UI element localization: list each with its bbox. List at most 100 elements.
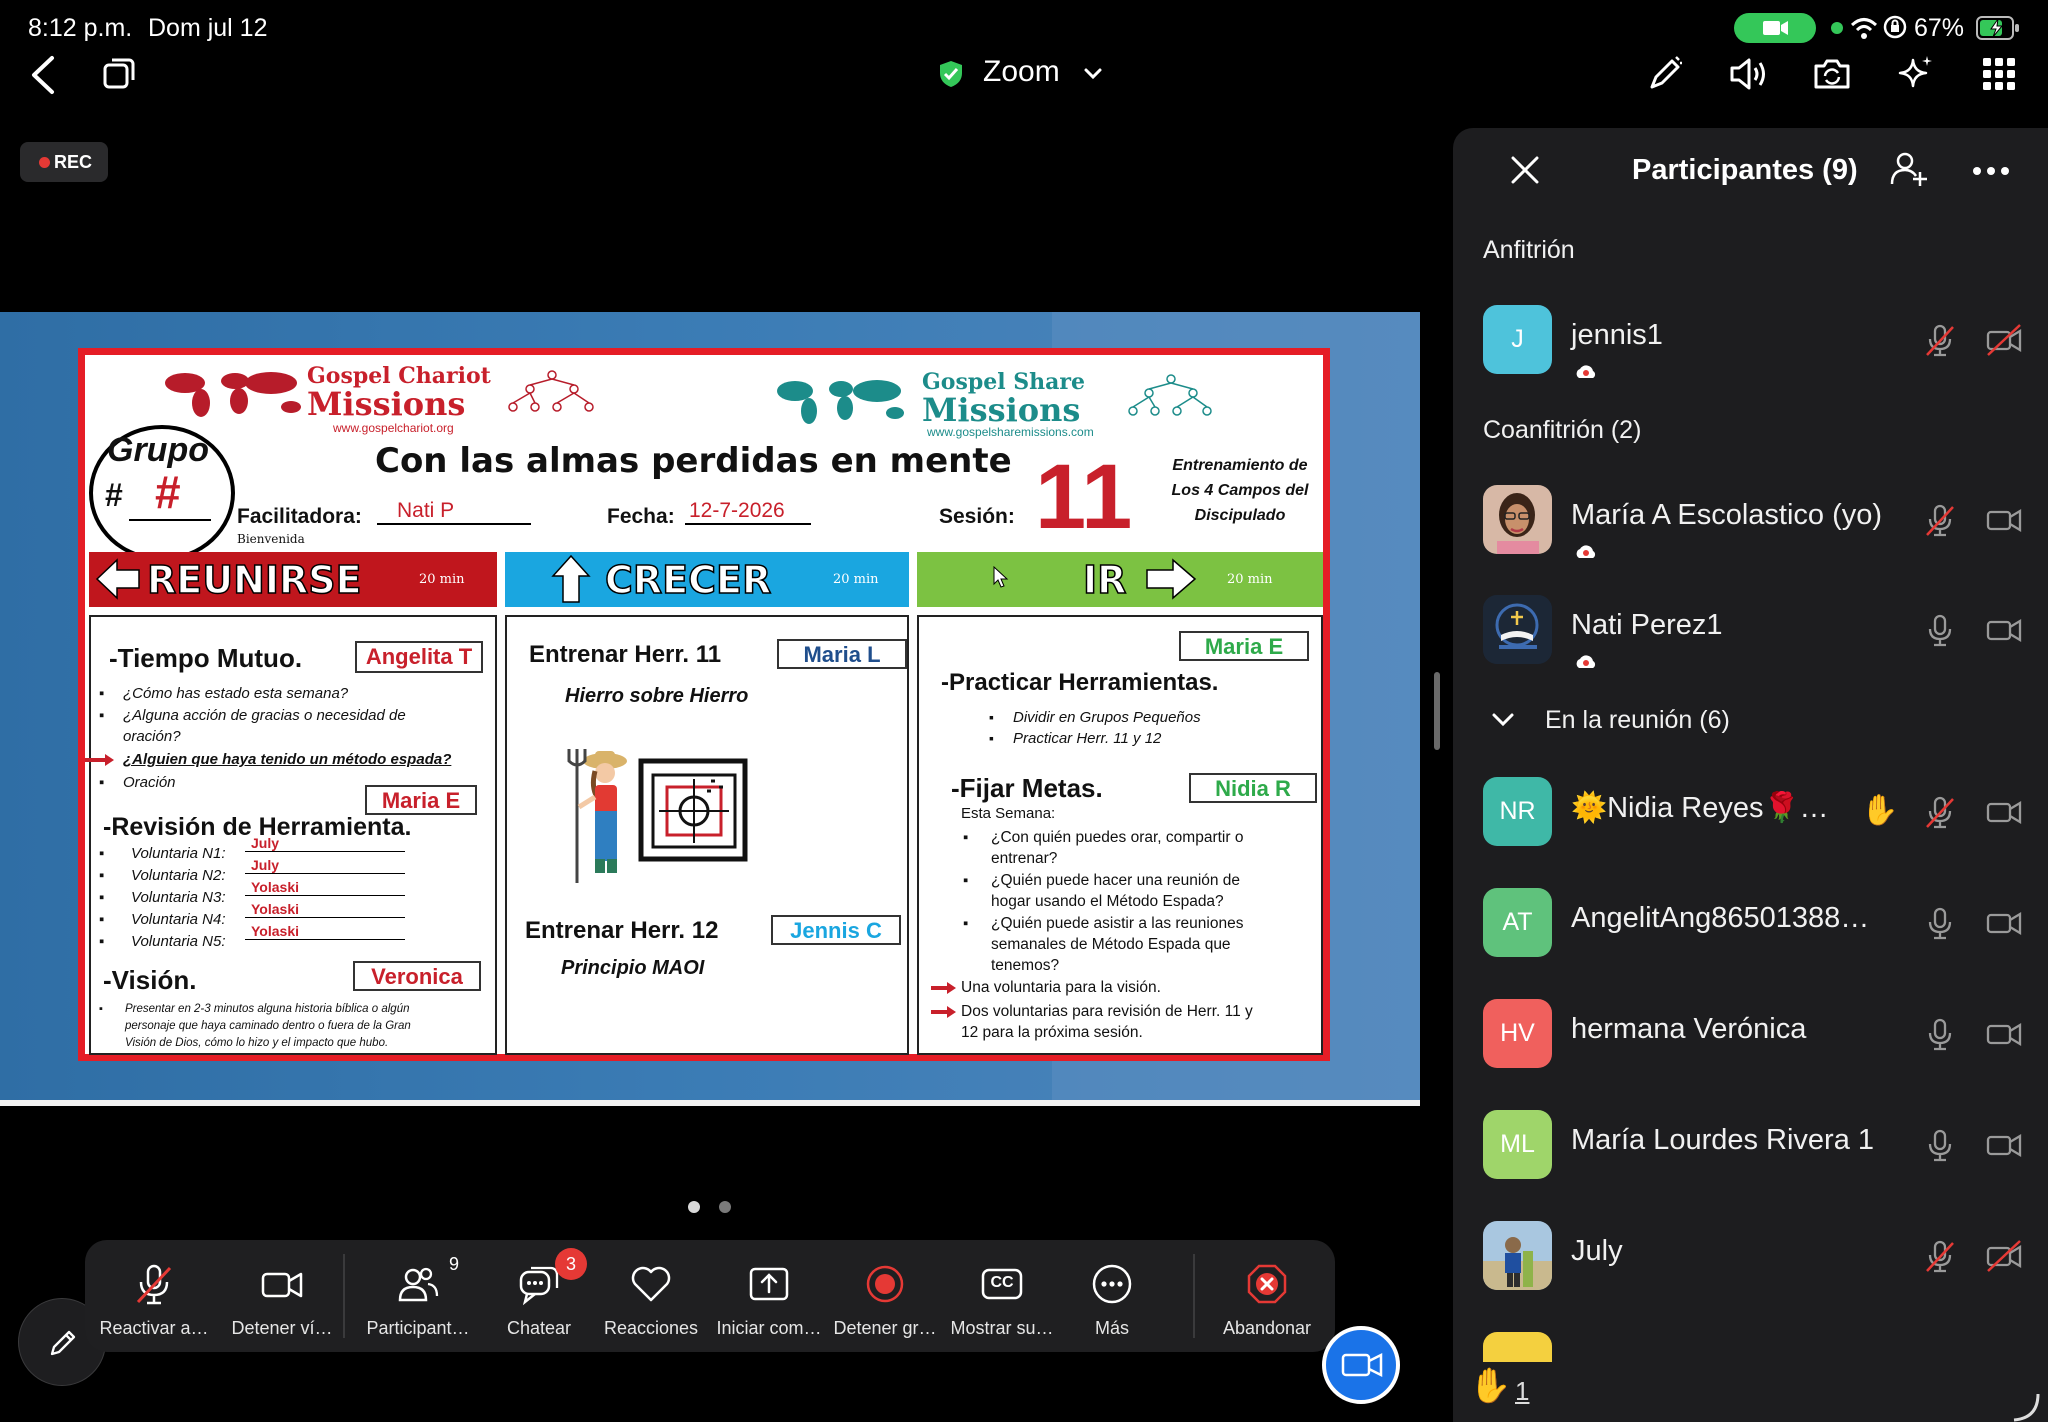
main-title: Con las almas perdidas en mente bbox=[375, 441, 1012, 481]
chat-icon bbox=[517, 1262, 561, 1306]
orientation-lock-icon bbox=[1883, 15, 1907, 39]
bullet-practicar: Practicar Herr. 11 y 12 bbox=[1013, 730, 1162, 747]
video-icon[interactable] bbox=[1985, 1128, 2023, 1162]
window-switch-icon[interactable] bbox=[102, 56, 136, 90]
rec-dot-icon bbox=[39, 157, 50, 168]
name-box-veronica: Veronica bbox=[353, 961, 481, 991]
apps-grid-icon[interactable] bbox=[1983, 58, 2015, 90]
panel-footer: ✋ 1 bbox=[1453, 1362, 2048, 1422]
annotate-icon[interactable] bbox=[1646, 55, 1684, 93]
world-map-red-icon bbox=[163, 365, 308, 420]
result-1: Una voluntaria para la visión. bbox=[961, 979, 1161, 996]
page-dot-active[interactable] bbox=[688, 1201, 700, 1213]
mic-muted-icon[interactable] bbox=[1923, 323, 1957, 357]
chariot-url: www.gospelchariot.org bbox=[333, 421, 454, 435]
practicar-heading: -Practicar Herramientas. bbox=[941, 669, 1219, 696]
resize-corner-icon[interactable] bbox=[2010, 1392, 2040, 1422]
avatar-photo bbox=[1483, 1221, 1552, 1290]
avatar-partial bbox=[1483, 1332, 1552, 1362]
participant-row[interactable]: María A Escolastico (yo) bbox=[1453, 485, 2048, 585]
mic-icon[interactable] bbox=[1923, 906, 1957, 940]
question-2a: ¿Quién puede hacer una reunión de bbox=[991, 872, 1241, 889]
participant-row[interactable]: HV hermana Verónica bbox=[1453, 999, 2048, 1099]
more-icon[interactable] bbox=[1972, 166, 2010, 176]
collapse-chevron-icon[interactable] bbox=[1491, 712, 1515, 728]
captions-button[interactable]: CC Mostrar su… bbox=[943, 1240, 1061, 1352]
stop-recording-button[interactable]: Detener gr… bbox=[827, 1240, 943, 1352]
chevron-down-icon[interactable] bbox=[1083, 64, 1103, 84]
mic-icon[interactable] bbox=[1923, 1017, 1957, 1051]
app-title[interactable]: Zoom bbox=[983, 55, 1060, 89]
bienvenida-label: Bienvenida bbox=[237, 532, 305, 546]
mic-muted-icon[interactable] bbox=[1923, 503, 1957, 537]
mic-muted-icon[interactable] bbox=[1923, 1239, 1957, 1273]
arrow-up-icon bbox=[551, 554, 591, 604]
unmute-button[interactable]: Reactivar a… bbox=[85, 1240, 223, 1352]
raised-hands-count[interactable]: 1 bbox=[1515, 1376, 1529, 1407]
participant-row[interactable]: AT AngelitAng86501388… bbox=[1453, 888, 2048, 988]
leave-button[interactable]: Abandonar bbox=[1199, 1240, 1335, 1352]
mic-icon[interactable] bbox=[1923, 1128, 1957, 1162]
participant-name: María Lourdes Rivera 1 bbox=[1571, 1124, 1875, 1156]
split-view-handle[interactable] bbox=[1434, 672, 1440, 750]
switch-camera-icon[interactable] bbox=[1812, 56, 1852, 92]
voluntaria-n2-name: July bbox=[245, 857, 405, 874]
unmute-label: Reactivar a… bbox=[99, 1318, 209, 1338]
chat-label: Chatear bbox=[506, 1318, 572, 1338]
stop-video-label: Detener ví… bbox=[231, 1318, 333, 1338]
chat-button[interactable]: 3 Chatear bbox=[487, 1240, 591, 1352]
sparkle-ai-icon[interactable] bbox=[1896, 54, 1934, 92]
page-dot[interactable] bbox=[719, 1201, 731, 1213]
video-icon[interactable] bbox=[1985, 1017, 2023, 1051]
result-2b: 12 para la próxima sesión. bbox=[961, 1024, 1143, 1041]
participants-button[interactable]: 9 Participant… bbox=[349, 1240, 487, 1352]
add-user-icon[interactable] bbox=[1890, 150, 1928, 188]
result-2a: Dos voluntarias para revisión de Herr. 1… bbox=[961, 1003, 1253, 1020]
participant-row[interactable]: ML María Lourdes Rivera 1 bbox=[1453, 1110, 2048, 1210]
video-icon[interactable] bbox=[1985, 613, 2023, 647]
name-box-jennis-c: Jennis C bbox=[771, 915, 901, 945]
back-chevron-icon[interactable] bbox=[28, 54, 58, 96]
question-2b: hogar usando el Método Espada? bbox=[991, 893, 1224, 910]
close-icon[interactable] bbox=[1509, 154, 1541, 186]
video-icon[interactable] bbox=[1985, 503, 2023, 537]
participant-row[interactable]: NR 🌞Nidia Reyes🌹… ✋ bbox=[1453, 777, 2048, 877]
speaker-icon[interactable] bbox=[1728, 56, 1768, 92]
video-fab[interactable] bbox=[1322, 1326, 1400, 1404]
facilitadora-label: Facilitadora: bbox=[237, 505, 362, 528]
stop-video-button[interactable]: Detener ví… bbox=[223, 1240, 341, 1352]
bar-reunirse-min: 20 min bbox=[419, 572, 465, 587]
principio-maoi: Principio MAOI bbox=[561, 957, 705, 979]
status-date: Dom jul 12 bbox=[148, 14, 268, 42]
video-icon[interactable] bbox=[1985, 795, 2023, 829]
shield-check-icon[interactable] bbox=[938, 60, 964, 88]
participants-panel: Participantes (9) Anfitrión J jennis1 Co… bbox=[1453, 128, 2048, 1422]
mic-muted-icon[interactable] bbox=[1923, 795, 1957, 829]
training-line-2: Los 4 Campos del bbox=[1171, 482, 1309, 499]
host-section-label: Anfitrión bbox=[1483, 236, 1575, 264]
more-button[interactable]: Más bbox=[1061, 1240, 1163, 1352]
vision-text-2: personaje que haya caminado dentro o fue… bbox=[125, 1020, 411, 1032]
participant-row[interactable]: J jennis1 bbox=[1453, 305, 2048, 405]
video-off-icon[interactable] bbox=[1985, 323, 2023, 357]
name-box-maria-e-2: Maria E bbox=[1179, 631, 1309, 661]
arrow-right-icon bbox=[1145, 558, 1197, 600]
meeting-section-label[interactable]: En la reunión (6) bbox=[1545, 706, 1730, 735]
slide-bottom-strip bbox=[0, 1100, 1420, 1106]
participant-row[interactable]: July bbox=[1453, 1221, 2048, 1321]
herr12-heading: Entrenar Herr. 12 bbox=[525, 917, 719, 944]
reactions-button[interactable]: Reacciones bbox=[591, 1240, 711, 1352]
avatar: ML bbox=[1483, 1110, 1552, 1179]
cloud-recording-icon bbox=[1574, 653, 1598, 669]
avatar-logo bbox=[1483, 595, 1552, 664]
cc-text: CC bbox=[990, 1274, 1014, 1291]
raised-hand-icon: ✋ bbox=[1469, 1367, 1512, 1405]
share-screen-button[interactable]: Iniciar com… bbox=[711, 1240, 827, 1352]
video-icon[interactable] bbox=[1985, 906, 2023, 940]
bar-ir-min: 20 min bbox=[1227, 572, 1273, 587]
participant-row[interactable]: Nati Perez1 bbox=[1453, 595, 2048, 695]
video-off-icon[interactable] bbox=[1985, 1239, 2023, 1273]
mic-icon[interactable] bbox=[1923, 613, 1957, 647]
voluntaria-n1: Voluntaria N1: bbox=[131, 845, 226, 862]
avatar: AT bbox=[1483, 888, 1552, 957]
